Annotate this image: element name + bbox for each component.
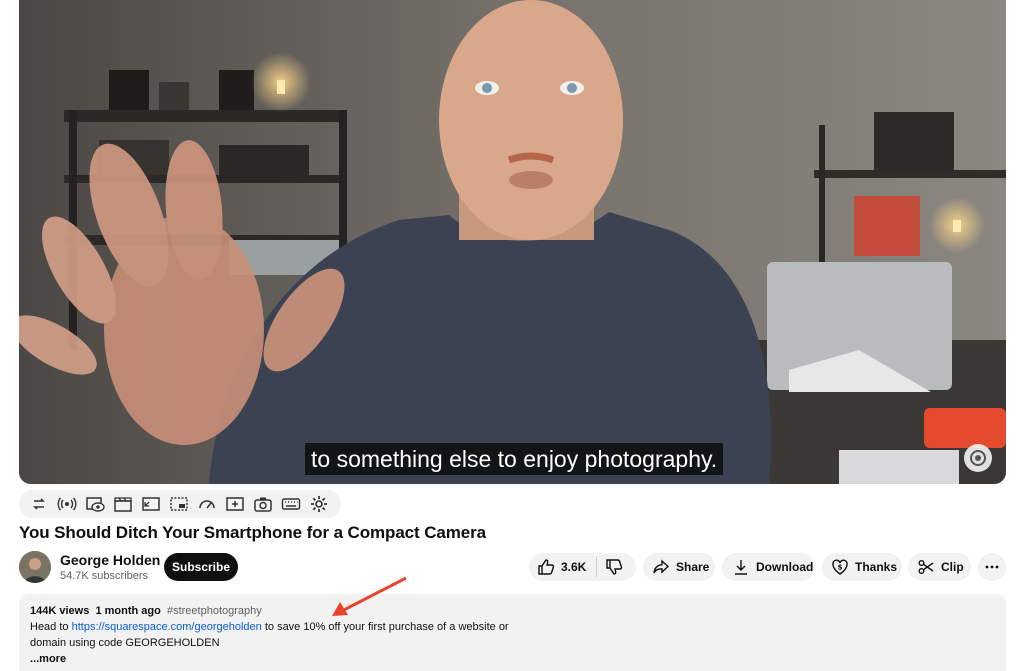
video-frame (19, 0, 1006, 484)
like-divider (596, 557, 598, 577)
like-button[interactable]: 3.6K (537, 558, 586, 576)
subscriber-count: 54.7K subscribers (60, 570, 149, 582)
eye-icon[interactable] (83, 492, 107, 516)
player-extension-toolbar (19, 490, 341, 518)
like-count: 3.6K (561, 560, 587, 574)
thanks-button[interactable]: $ Thanks (822, 553, 902, 581)
speed-gauge-icon[interactable] (195, 492, 219, 516)
view-count: 144K views (30, 605, 90, 617)
sponsor-link[interactable]: https://squarespace.com/georgeholden (72, 621, 262, 633)
download-icon (735, 560, 747, 575)
channel-name[interactable]: George Holden (60, 552, 160, 568)
download-button[interactable]: Download (722, 553, 815, 581)
description-box[interactable]: 144K views 1 month ago #streetphotograph… (19, 594, 1006, 671)
upload-age: 1 month ago (95, 605, 161, 617)
aspect-ratio-icon[interactable] (139, 492, 163, 516)
channel-watermark-icon[interactable] (964, 444, 992, 472)
cast-icon[interactable] (55, 492, 79, 516)
dislike-button[interactable] (605, 558, 623, 576)
thumbs-up-icon (538, 559, 555, 575)
svg-text:$: $ (838, 564, 843, 572)
repeat-icon[interactable] (27, 492, 51, 516)
screenshot-camera-icon[interactable] (251, 492, 275, 516)
show-more-link[interactable]: ...more (30, 651, 995, 667)
channel-avatar[interactable] (19, 551, 51, 583)
more-actions-button[interactable] (978, 553, 1006, 581)
mini-player-icon[interactable] (167, 492, 191, 516)
description-text-before: Head to (30, 621, 72, 633)
description-meta: 144K views 1 month ago #streetphotograph… (30, 603, 995, 619)
thanks-label: Thanks (855, 560, 898, 574)
heart-dollar-icon: $ (832, 559, 848, 575)
description-text: Head to https://squarespace.com/georgeho… (30, 619, 530, 651)
more-horizontal-icon (985, 565, 999, 569)
scissors-icon (918, 560, 934, 574)
like-dislike-group: 3.6K (529, 553, 636, 581)
share-label: Share (676, 560, 710, 574)
video-caption: to something else to enjoy photography. (305, 443, 724, 475)
clip-label: Clip (941, 560, 964, 574)
keyboard-icon[interactable] (279, 492, 303, 516)
settings-gear-icon[interactable] (307, 492, 331, 516)
video-title: You Should Ditch Your Smartphone for a C… (19, 523, 486, 542)
add-frame-icon[interactable] (223, 492, 247, 516)
download-label: Download (756, 560, 814, 574)
video-player[interactable]: to something else to enjoy photography. (19, 0, 1006, 484)
clip-button[interactable]: Clip (908, 553, 971, 581)
hashtag-link[interactable]: #streetphotography (167, 605, 262, 617)
subscribe-button[interactable]: Subscribe (164, 553, 238, 581)
share-arrow-icon (653, 559, 670, 574)
clapperboard-icon[interactable] (111, 492, 135, 516)
thumbs-down-icon (606, 559, 623, 575)
share-button[interactable]: Share (643, 553, 715, 581)
